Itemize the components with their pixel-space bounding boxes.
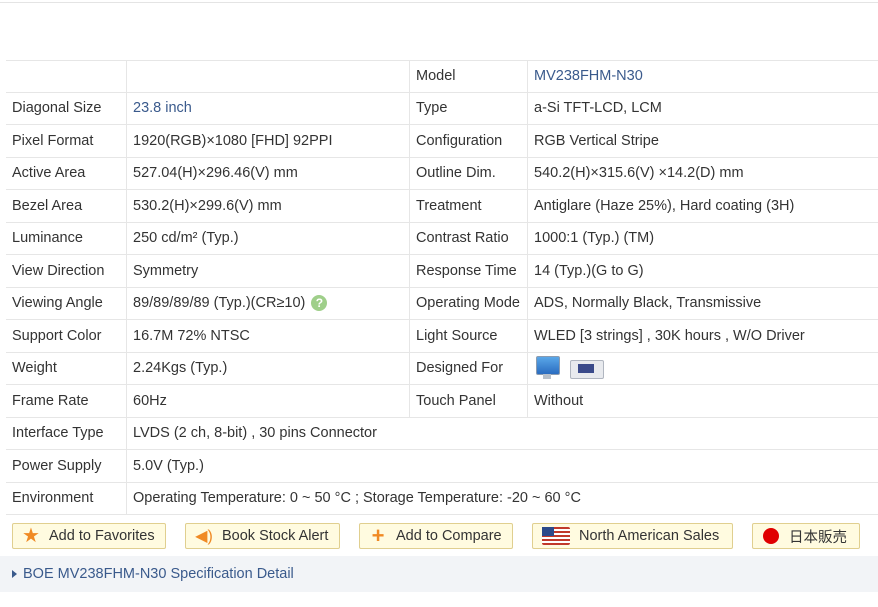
triangle-right-icon bbox=[12, 570, 17, 578]
spec-label: Designed For bbox=[410, 352, 528, 384]
spec-label: Pixel Format bbox=[6, 125, 127, 157]
spec-value: Without bbox=[534, 392, 584, 409]
spec-detail-link[interactable]: BOE MV238FHM-N30 Specification Detail bbox=[0, 556, 878, 592]
spec-value: RGB Vertical Stripe bbox=[534, 132, 659, 149]
spec-label: Configuration bbox=[410, 125, 528, 157]
spec-label: Bezel Area bbox=[6, 190, 127, 222]
spec-value: 530.2(H)×299.6(V) mm bbox=[127, 190, 410, 222]
japan-flag-icon bbox=[761, 526, 781, 546]
button-label: 日本販売 bbox=[789, 529, 847, 546]
spec-label: Outline Dim. bbox=[410, 157, 528, 189]
model-value: MV238FHM-N30 bbox=[534, 68, 643, 85]
spec-label: Light Source bbox=[410, 320, 528, 352]
spec-value: Antiglare (Haze 25%), Hard coating (3H) bbox=[534, 197, 795, 214]
spec-row: Model MV238FHM-N30 bbox=[6, 60, 878, 93]
spec-row: Diagonal Size 23.8 inch Type a-Si TFT-LC… bbox=[6, 92, 878, 125]
help-icon[interactable]: ? bbox=[311, 295, 328, 312]
spec-row: Environment Operating Temperature: 0 ~ 5… bbox=[6, 482, 878, 515]
spec-row: Frame Rate 60Hz Touch Panel Without bbox=[6, 385, 878, 418]
button-label: Book Stock Alert bbox=[222, 528, 329, 544]
japan-sales-button[interactable]: 日本販売 bbox=[752, 523, 860, 549]
viewing-angle-text: 89/89/89/89 (Typ.)(CR≥10) bbox=[133, 295, 306, 312]
designed-for-icons bbox=[528, 353, 878, 385]
spec-label: Luminance bbox=[6, 222, 127, 254]
spec-value: 5.0V (Typ.) bbox=[133, 457, 204, 474]
spec-value: 14 (Typ.)(G to G) bbox=[534, 262, 644, 279]
spec-label: Treatment bbox=[410, 190, 528, 222]
star-icon: ★ bbox=[22, 525, 40, 547]
spec-label: View Direction bbox=[6, 255, 127, 287]
monitor-icon[interactable] bbox=[534, 356, 560, 380]
spec-value: 1000:1 (Typ.) (TM) bbox=[534, 230, 655, 247]
spec-detail-label: BOE MV238FHM-N30 Specification Detail bbox=[23, 566, 294, 582]
spec-value: ADS, Normally Black, Transmissive bbox=[534, 295, 762, 312]
spec-label bbox=[6, 61, 127, 92]
spec-value: 250 cd/m² (Typ.) bbox=[127, 222, 410, 254]
spec-row: Support Color 16.7M 72% NTSC Light Sourc… bbox=[6, 320, 878, 353]
industrial-device-icon[interactable] bbox=[570, 357, 604, 380]
spec-label: Operating Mode bbox=[410, 287, 528, 319]
spec-label: Diagonal Size bbox=[6, 92, 127, 124]
spec-label: Frame Rate bbox=[6, 385, 127, 417]
spec-row: Luminance 250 cd/m² (Typ.) Contrast Rati… bbox=[6, 222, 878, 255]
spec-value: 16.7M 72% NTSC bbox=[127, 320, 410, 352]
spec-row: Active Area 527.04(H)×296.46(V) mm Outli… bbox=[6, 157, 878, 190]
spec-value: WLED [3 strings] , 30K hours , W/O Drive… bbox=[534, 327, 805, 344]
spec-value: Symmetry bbox=[127, 255, 410, 287]
spec-table: Model MV238FHM-N30 Diagonal Size 23.8 in… bbox=[6, 60, 878, 515]
spec-label: Power Supply bbox=[6, 450, 127, 482]
spec-label: Contrast Ratio bbox=[410, 222, 528, 254]
spec-label: Response Time bbox=[410, 255, 528, 287]
book-stock-alert-button[interactable]: ◀) Book Stock Alert bbox=[185, 523, 340, 549]
button-label: Add to Compare bbox=[396, 528, 502, 544]
spec-label: Model bbox=[410, 61, 528, 92]
action-buttons: ★ Add to Favorites ◀) Book Stock Alert +… bbox=[12, 523, 878, 551]
spec-row: Bezel Area 530.2(H)×299.6(V) mm Treatmen… bbox=[6, 190, 878, 223]
add-to-favorites-button[interactable]: ★ Add to Favorites bbox=[12, 523, 166, 549]
us-flag-icon bbox=[541, 526, 571, 546]
plus-icon: + bbox=[371, 523, 385, 548]
spec-row: Weight 2.24Kgs (Typ.) Designed For bbox=[6, 352, 878, 385]
north-american-sales-button[interactable]: North American Sales bbox=[532, 523, 733, 549]
spec-value: 540.2(H)×315.6(V) ×14.2(D) mm bbox=[534, 165, 744, 182]
spec-row: Interface Type LVDS (2 ch, 8-bit) , 30 p… bbox=[6, 417, 878, 450]
spec-value: Operating Temperature: 0 ~ 50 °C ; Stora… bbox=[133, 490, 581, 507]
spec-label: Environment bbox=[6, 482, 127, 514]
spec-row: Viewing Angle 89/89/89/89 (Typ.)(CR≥10) … bbox=[6, 287, 878, 320]
spec-value: 1920(RGB)×1080 [FHD] 92PPI bbox=[127, 125, 410, 157]
top-divider bbox=[0, 2, 878, 3]
spec-row: View Direction Symmetry Response Time 14… bbox=[6, 255, 878, 288]
spec-label: Active Area bbox=[6, 157, 127, 189]
spec-row: Pixel Format 1920(RGB)×1080 [FHD] 92PPI … bbox=[6, 125, 878, 158]
spec-value bbox=[127, 61, 410, 92]
spec-label: Touch Panel bbox=[410, 385, 528, 417]
button-label: North American Sales bbox=[579, 528, 720, 544]
spec-label: Viewing Angle bbox=[6, 287, 127, 319]
add-to-compare-button[interactable]: + Add to Compare bbox=[359, 523, 513, 549]
diagonal-value: 23.8 inch bbox=[127, 92, 410, 124]
spec-value: a-Si TFT-LCD, LCM bbox=[534, 100, 662, 117]
spec-value: 60Hz bbox=[127, 385, 410, 417]
spec-label: Interface Type bbox=[6, 417, 127, 449]
spec-value-viewing-angle: 89/89/89/89 (Typ.)(CR≥10) ? bbox=[127, 287, 410, 319]
spec-label: Weight bbox=[6, 352, 127, 384]
button-label: Add to Favorites bbox=[49, 528, 155, 544]
spec-value: 2.24Kgs (Typ.) bbox=[127, 352, 410, 384]
spec-label: Type bbox=[410, 92, 528, 124]
speaker-icon: ◀) bbox=[195, 528, 213, 545]
spec-row: Power Supply 5.0V (Typ.) bbox=[6, 450, 878, 483]
spec-value: LVDS (2 ch, 8-bit) , 30 pins Connector bbox=[133, 425, 377, 442]
spec-label: Support Color bbox=[6, 320, 127, 352]
spec-value: 527.04(H)×296.46(V) mm bbox=[127, 157, 410, 189]
